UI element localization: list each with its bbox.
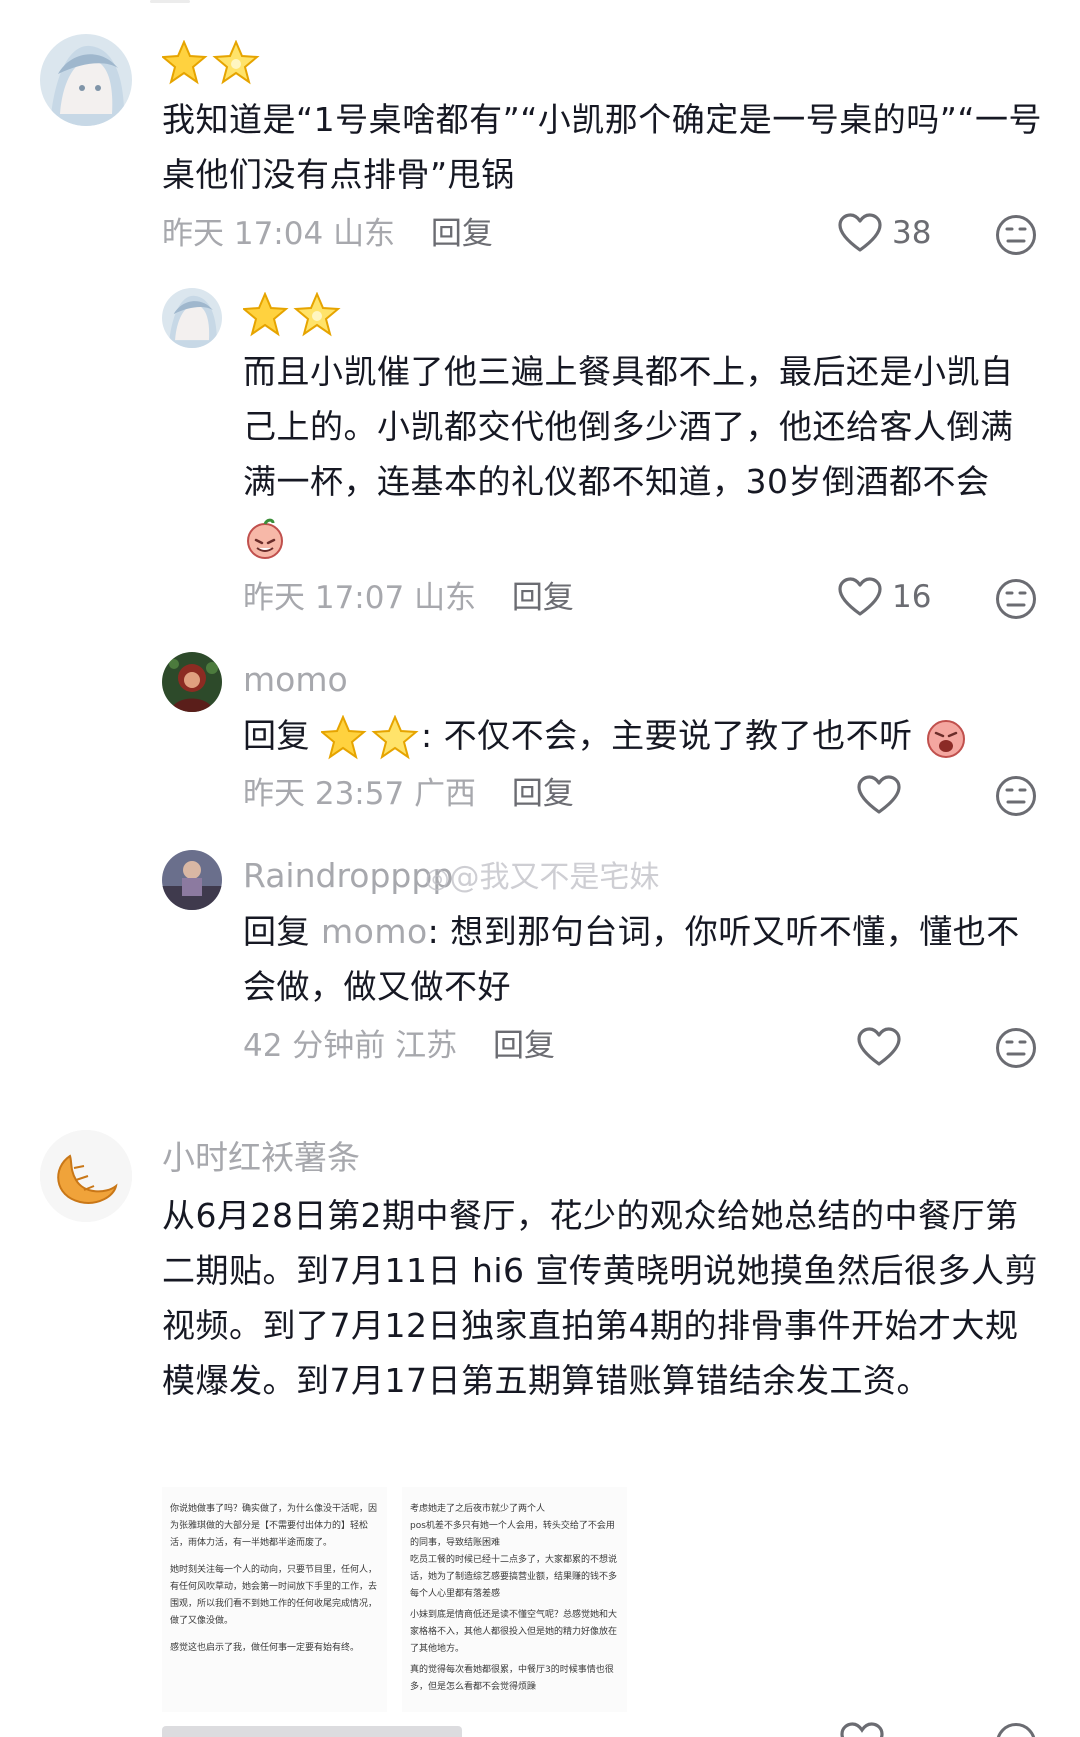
comment-text-content: 而且小凯催了他三遍上餐具都不上，最后还是小凯自己上的。小凯都交代他倒多少酒了，他… <box>243 352 1014 501</box>
image-paragraph: pos机差不多只有她一个人会用，转头交给了不会用的同事，导致结账困难 <box>410 1521 615 1548</box>
star-emoji-icon <box>160 39 262 90</box>
comment-location: 山东 <box>414 580 477 616</box>
attached-image[interactable]: 考虑她走了之后夜市就少了两个人 pos机差不多只有她一个人会用，转头交给了不会用… <box>402 1487 627 1712</box>
like-button[interactable]: 16 <box>838 577 931 617</box>
image-paragraph: 她时刻关注每一个人的动向，只要节目里，任何人，有任何风吹草动，她会第一时间放下手… <box>170 1565 378 1626</box>
image-paragraph: 你说她做事了吗？确实做了，为什么像没干活呢，因为张雅琪做的大部分是【不需要付出体… <box>170 1504 378 1548</box>
neutral-face-icon[interactable] <box>995 578 1037 620</box>
heart-outline-icon <box>838 577 882 616</box>
comment-location: 山东 <box>333 216 396 252</box>
reply-button[interactable]: 回复 <box>512 580 574 616</box>
image-paragraph: 吃员工餐的时候已经十二点多了，大家都累的不想说话，她为了制造综艺感要搞营业额，结… <box>410 1555 618 1599</box>
heart-outline-icon <box>857 775 901 814</box>
comment-text: 回复 momo: 想到那句台词，你听又听不懂，懂也不会做，做又做不好 <box>243 904 1043 1014</box>
top-edge <box>150 0 190 3</box>
attached-image[interactable]: 你说她做事了吗？确实做了，为什么像没干活呢，因为张雅琪做的大部分是【不需要付出体… <box>162 1487 387 1712</box>
comment-time: 昨天 17:07 <box>243 580 405 616</box>
reply-prefix: 回复 <box>243 912 310 951</box>
comment-time: 昨天 17:04 <box>162 216 324 252</box>
image-paragraph: 考虑她走了之后夜市就少了两个人 <box>410 1504 546 1514</box>
like-count: 38 <box>892 215 932 251</box>
neutral-face-icon[interactable] <box>995 1722 1037 1737</box>
laughing-face-icon <box>247 518 283 559</box>
comment-meta: 42 分钟前 江苏 回复 <box>243 1026 555 1066</box>
neutral-face-icon[interactable] <box>995 214 1037 256</box>
watermark: ◎@我又不是宅妹 <box>425 852 659 896</box>
image-paragraph: 小妹到底是情商低还是读不懂空气呢？总感觉她和大家格格不入，其他人都很投入但是她的… <box>410 1610 618 1654</box>
star-emoji-icon <box>241 291 343 342</box>
comment-text: 回复 : 不仅不会，主要说了教了也不听 <box>243 708 1063 763</box>
comment-meta: 昨天 17:04 山东 回复 <box>162 214 493 254</box>
comment-location: 广西 <box>414 776 477 812</box>
heart-outline-icon <box>838 213 882 252</box>
neutral-face-icon[interactable] <box>995 775 1037 817</box>
like-count: 16 <box>892 579 932 615</box>
comment-time: 昨天 23:57 <box>243 776 405 812</box>
username[interactable]: momo <box>243 660 348 700</box>
reply-button[interactable]: 回复 <box>493 1028 555 1064</box>
weibo-logo-icon: ◎ <box>425 861 450 894</box>
avatar[interactable] <box>40 1130 132 1222</box>
heart-outline-icon <box>857 1027 901 1066</box>
reply-button[interactable]: 回复 <box>431 216 493 252</box>
next-comment-meta-partial <box>162 1726 642 1737</box>
mention-link[interactable]: momo <box>321 912 428 951</box>
like-button[interactable] <box>857 1027 901 1067</box>
avatar[interactable] <box>162 850 222 910</box>
comment-text-content: : 不仅不会，主要说了教了也不听 <box>421 716 913 755</box>
star-emoji-icon <box>321 714 419 759</box>
image-paragraph: 感觉这也启示了我，做任何事一定要有始有终。 <box>170 1643 360 1653</box>
avatar[interactable] <box>40 34 132 126</box>
like-button[interactable]: 38 <box>838 213 931 253</box>
reply-button[interactable]: 回复 <box>512 776 574 812</box>
neutral-face-icon[interactable] <box>995 1027 1037 1069</box>
watermark-text: @我又不是宅妹 <box>449 860 660 895</box>
reply-prefix: 回复 <box>243 716 310 755</box>
comment-location: 江苏 <box>395 1028 458 1064</box>
image-text: 你说她做事了吗？确实做了，为什么像没干活呢，因为张雅琪做的大部分是【不需要付出体… <box>162 1493 387 1657</box>
comment-text: 我知道是“1号桌啥都有”“小凯那个确定是一号桌的吗”“一号桌他们没有点排骨”甩锅 <box>162 100 1042 194</box>
heart-outline-icon[interactable] <box>840 1722 884 1737</box>
comment-text: 而且小凯催了他三遍上餐具都不上，最后还是小凯自己上的。小凯都交代他倒多少酒了，他… <box>243 344 1043 564</box>
comment-meta: 昨天 17:07 山东 回复 <box>243 578 574 618</box>
comment-meta: 昨天 23:57 广西 回复 <box>243 774 574 814</box>
like-button[interactable] <box>857 775 901 815</box>
username[interactable]: Raindropppp <box>243 856 453 896</box>
angry-face-icon <box>926 719 965 758</box>
image-paragraph: 真的觉得每次看她都很累，中餐厅3的时候事情也很多，但是怎么看都不会觉得烦躁 <box>410 1665 614 1692</box>
username[interactable]: 小时红袄薯条 <box>162 1138 360 1178</box>
avatar[interactable] <box>162 288 222 348</box>
comment-text: 从6月28日第2期中餐厅，花少的观众给她总结的中餐厅第二期贴。到7月11日 hi… <box>162 1196 1039 1400</box>
image-text: 考虑她走了之后夜市就少了两个人 pos机差不多只有她一个人会用，转头交给了不会用… <box>402 1493 627 1696</box>
avatar[interactable] <box>162 652 222 712</box>
comment-time: 42 分钟前 <box>243 1028 386 1064</box>
